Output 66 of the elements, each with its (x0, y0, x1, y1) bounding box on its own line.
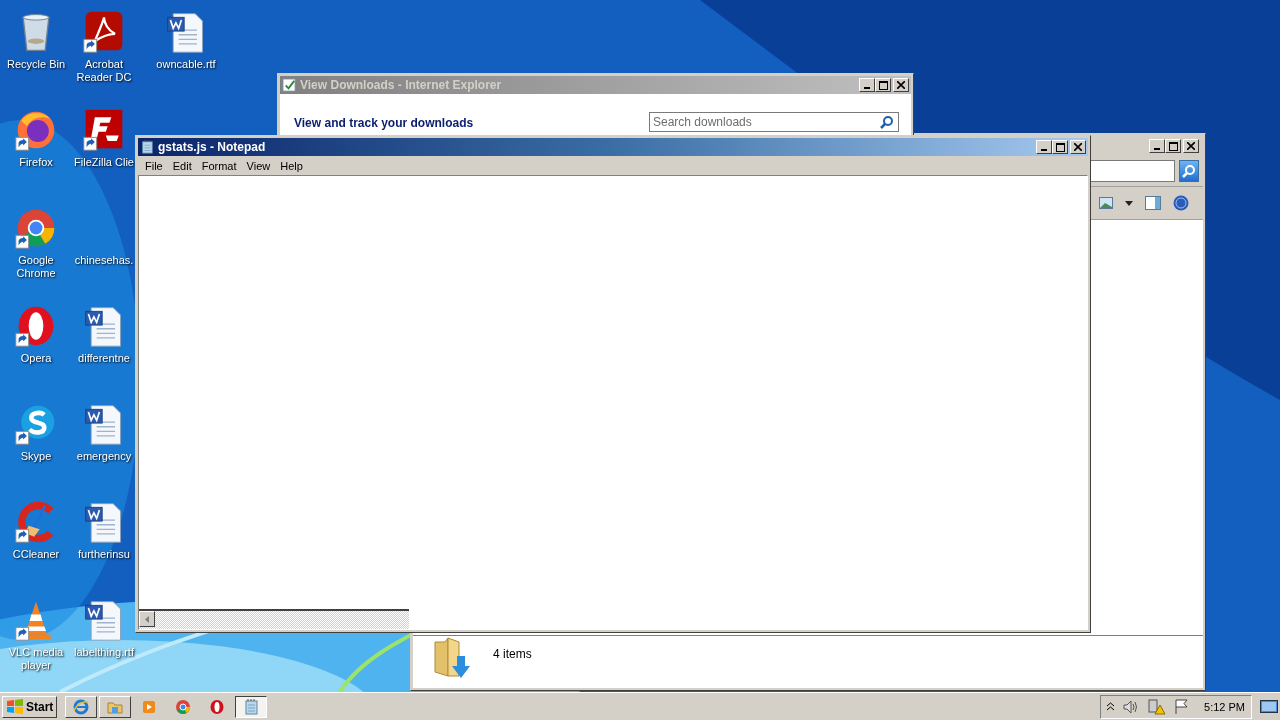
icon-label[interactable]: CCleaner (12, 548, 60, 561)
menu-item[interactable]: View (241, 158, 276, 173)
close-icon (1187, 142, 1195, 150)
icon-label[interactable]: Acrobat Reader DC (72, 58, 136, 84)
window-title: View Downloads - Internet Explorer (300, 78, 502, 92)
icon-label[interactable]: Skype (20, 450, 52, 463)
menu-item[interactable]: Format (196, 158, 242, 173)
minimize-button[interactable] (859, 78, 875, 92)
opera-icon (209, 698, 226, 715)
search-button[interactable] (1179, 160, 1199, 182)
help-icon[interactable] (1173, 195, 1189, 211)
notepad-icon (243, 698, 260, 715)
close-button[interactable] (1070, 140, 1086, 154)
maximize-icon (878, 80, 888, 90)
page-heading: View and track your downloads (294, 116, 474, 130)
dropdown-caret-icon[interactable] (1125, 200, 1133, 206)
icon-label[interactable]: Google Chrome (0, 254, 72, 280)
taskbar-button[interactable] (235, 695, 268, 718)
windows-logo-icon (6, 698, 24, 715)
show-desktop-icon[interactable] (1260, 699, 1278, 714)
icon-label[interactable]: furtherinsu (78, 548, 130, 561)
notepad-icon (140, 140, 154, 154)
search-icon[interactable] (880, 115, 894, 129)
image-icon[interactable] (1099, 197, 1113, 209)
download-folder-icon (433, 636, 471, 680)
item-count: 4 items (493, 647, 532, 661)
close-button[interactable] (1183, 139, 1199, 153)
close-button[interactable] (893, 78, 909, 92)
icon-label[interactable]: FileZilla Clie (74, 156, 134, 169)
icon-label[interactable]: differentne (78, 352, 130, 365)
maximize-button[interactable] (875, 78, 891, 92)
maximize-icon (1055, 142, 1065, 152)
window-title: gstats.js - Notepad (158, 140, 266, 154)
icon-label[interactable]: emergency (76, 450, 132, 463)
icon-label[interactable]: Opera (20, 352, 52, 365)
browser-icon (73, 698, 90, 715)
minimize-button[interactable] (1149, 139, 1165, 153)
start-button[interactable]: Start (2, 695, 58, 718)
search-field[interactable]: Search downloads (649, 112, 899, 132)
left-arrow-icon (145, 615, 149, 623)
icon-label[interactable]: Recycle Bin (6, 58, 66, 71)
icon-label[interactable]: chinesehas. (74, 254, 134, 267)
icon-label[interactable]: Firefox (19, 156, 53, 169)
clock[interactable]: 5:12 PM (1204, 700, 1245, 713)
maximize-icon (1168, 141, 1178, 151)
play-icon (141, 698, 158, 715)
search-field[interactable] (1089, 160, 1175, 182)
speaker-icon[interactable] (1123, 699, 1140, 714)
maximize-button[interactable] (1165, 139, 1181, 153)
menu-item[interactable]: File (140, 158, 168, 173)
download-page-icon (282, 77, 297, 93)
icon-label[interactable]: owncable.rtf (156, 58, 216, 71)
chrome-icon (175, 698, 192, 715)
close-icon (897, 81, 905, 89)
menu-item[interactable]: Edit (167, 158, 197, 173)
chevron-up-icon[interactable] (1107, 702, 1115, 711)
close-icon (1074, 143, 1082, 151)
network-warning-icon[interactable] (1148, 698, 1167, 715)
scroll-bar[interactable] (139, 609, 409, 629)
search-icon (1182, 164, 1196, 178)
minimize-button[interactable] (1036, 140, 1052, 154)
menu-item[interactable]: Help (275, 158, 308, 173)
scroll-left-button[interactable] (139, 611, 155, 627)
pane-icon[interactable] (1145, 196, 1161, 210)
maximize-button[interactable] (1052, 140, 1068, 154)
flag-icon[interactable] (1175, 699, 1190, 714)
